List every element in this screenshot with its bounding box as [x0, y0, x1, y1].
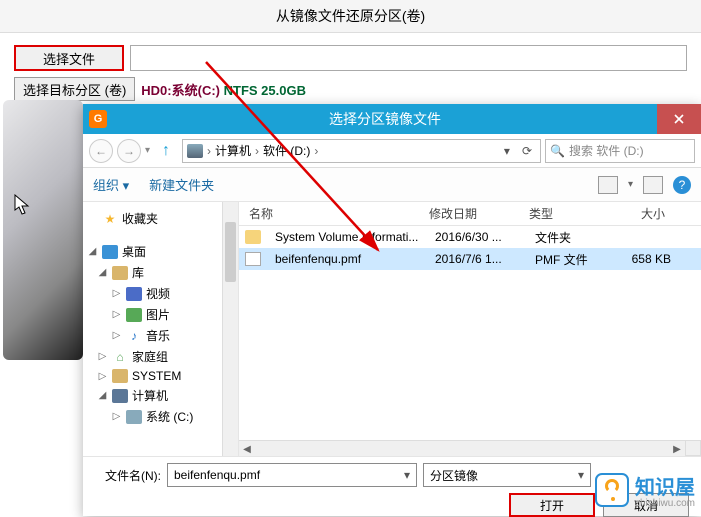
file-list[interactable]: 名称 修改日期 类型 大小 System Volume Informati...…	[239, 202, 701, 456]
preview-pane-button[interactable]	[643, 176, 663, 194]
video-icon	[126, 287, 142, 301]
close-icon	[674, 114, 684, 124]
select-target-button[interactable]: 选择目标分区 (卷)	[14, 77, 135, 101]
picture-icon	[126, 308, 142, 322]
tree-item-computer[interactable]: 计算机	[132, 387, 168, 404]
help-button[interactable]: ?	[673, 176, 691, 194]
chevron-down-icon[interactable]: ▾	[578, 468, 584, 482]
watermark: 知识屋 zhishiwu.com	[595, 471, 695, 509]
organize-menu[interactable]: 组织 ▾	[93, 175, 129, 194]
filename-label: 文件名(N):	[95, 467, 161, 484]
folder-icon	[112, 369, 128, 383]
file-icon	[245, 252, 261, 266]
nav-scrollbar[interactable]	[222, 202, 238, 456]
image-path-input[interactable]	[130, 45, 687, 71]
nav-tree[interactable]: ★收藏夹 ◢桌面 ◢库 ▷视频 ▷图片 ▷♪音乐 ▷⌂家庭组 ▷SYSTEM ◢…	[83, 202, 239, 456]
cursor-icon	[14, 194, 32, 216]
address-bar: ← → ▾ ↑ › 计算机 › 软件 (D:) › ▾ ⟳ 🔍 搜索 软件 (D…	[83, 134, 701, 168]
chevron-down-icon[interactable]: ▾	[628, 179, 633, 190]
chevron-down-icon[interactable]: ▾	[145, 145, 150, 156]
tree-item-video[interactable]: 视频	[146, 285, 170, 302]
file-type-filter[interactable]: 分区镜像▾	[423, 463, 591, 487]
tree-item-sysc[interactable]: 系统 (C:)	[146, 408, 193, 425]
col-size[interactable]: 大小	[609, 205, 679, 222]
breadcrumb[interactable]: › 计算机 › 软件 (D:) › ▾ ⟳	[182, 139, 541, 163]
tree-item-desktop[interactable]: 桌面	[122, 243, 146, 260]
library-icon	[112, 266, 128, 280]
folder-icon	[245, 230, 261, 244]
drive-icon	[126, 410, 142, 424]
search-icon: 🔍	[550, 144, 565, 158]
nav-forward-button[interactable]: →	[117, 139, 141, 163]
app-icon: G	[83, 104, 113, 134]
file-open-dialog: G 选择分区镜像文件 ← → ▾ ↑ › 计算机 › 软件 (D:) › ▾ ⟳…	[83, 104, 701, 516]
homegroup-icon: ⌂	[112, 350, 128, 364]
open-button[interactable]: 打开	[509, 493, 595, 517]
breadcrumb-seg[interactable]: 计算机	[215, 142, 251, 159]
tree-item-homegroup[interactable]: 家庭组	[132, 348, 168, 365]
chevron-down-icon[interactable]: ▾	[404, 468, 410, 482]
close-button[interactable]	[657, 104, 701, 134]
filename-input[interactable]: beifenfenqu.pmf▾	[167, 463, 417, 487]
col-type[interactable]: 类型	[529, 205, 609, 222]
desktop-icon	[102, 245, 118, 259]
horizontal-scrollbar[interactable]: ◀ ▶	[239, 440, 685, 456]
dialog-titlebar[interactable]: G 选择分区镜像文件	[83, 104, 701, 134]
select-file-button[interactable]: 选择文件	[14, 45, 124, 71]
scroll-right-icon[interactable]: ▶	[669, 441, 685, 456]
new-folder-button[interactable]: 新建文件夹	[149, 175, 214, 194]
toolbar: 组织 ▾ 新建文件夹 ▾ ?	[83, 168, 701, 202]
col-name[interactable]: 名称	[239, 205, 429, 222]
tree-item-picture[interactable]: 图片	[146, 306, 170, 323]
watermark-url: zhishiwu.com	[635, 498, 695, 509]
restore-window-title: 从镜像文件还原分区(卷)	[0, 0, 701, 33]
view-icon-button[interactable]	[598, 176, 618, 194]
list-item[interactable]: System Volume Informati... 2016/6/30 ...…	[239, 226, 701, 248]
scroll-corner	[685, 440, 701, 456]
tree-item-system[interactable]: SYSTEM	[132, 369, 181, 383]
dialog-title: 选择分区镜像文件	[113, 109, 657, 129]
tree-item-music[interactable]: 音乐	[146, 327, 170, 344]
watermark-icon	[595, 473, 629, 507]
drive-icon	[187, 144, 203, 158]
list-item-selected[interactable]: beifenfenqu.pmf 2016/7/6 1... PMF 文件 658…	[239, 248, 701, 270]
refresh-icon[interactable]: ⟳	[518, 144, 536, 158]
list-header[interactable]: 名称 修改日期 类型 大小	[239, 202, 701, 226]
tree-item-favorites[interactable]: 收藏夹	[122, 210, 158, 227]
hard-disk-image	[3, 100, 83, 360]
breadcrumb-seg[interactable]: 软件 (D:)	[263, 142, 310, 159]
tree-item-library[interactable]: 库	[132, 264, 144, 281]
col-date[interactable]: 修改日期	[429, 205, 529, 222]
watermark-text: 知识屋	[635, 471, 695, 500]
target-partition-text: HD0:系统(C:) NTFS 25.0GB	[141, 80, 306, 99]
scroll-left-icon[interactable]: ◀	[239, 441, 255, 456]
nav-up-button[interactable]: ↑	[154, 139, 178, 163]
favorites-icon: ★	[102, 212, 118, 226]
music-icon: ♪	[126, 329, 142, 343]
nav-back-button[interactable]: ←	[89, 139, 113, 163]
computer-icon	[112, 389, 128, 403]
search-input[interactable]: 🔍 搜索 软件 (D:)	[545, 139, 695, 163]
